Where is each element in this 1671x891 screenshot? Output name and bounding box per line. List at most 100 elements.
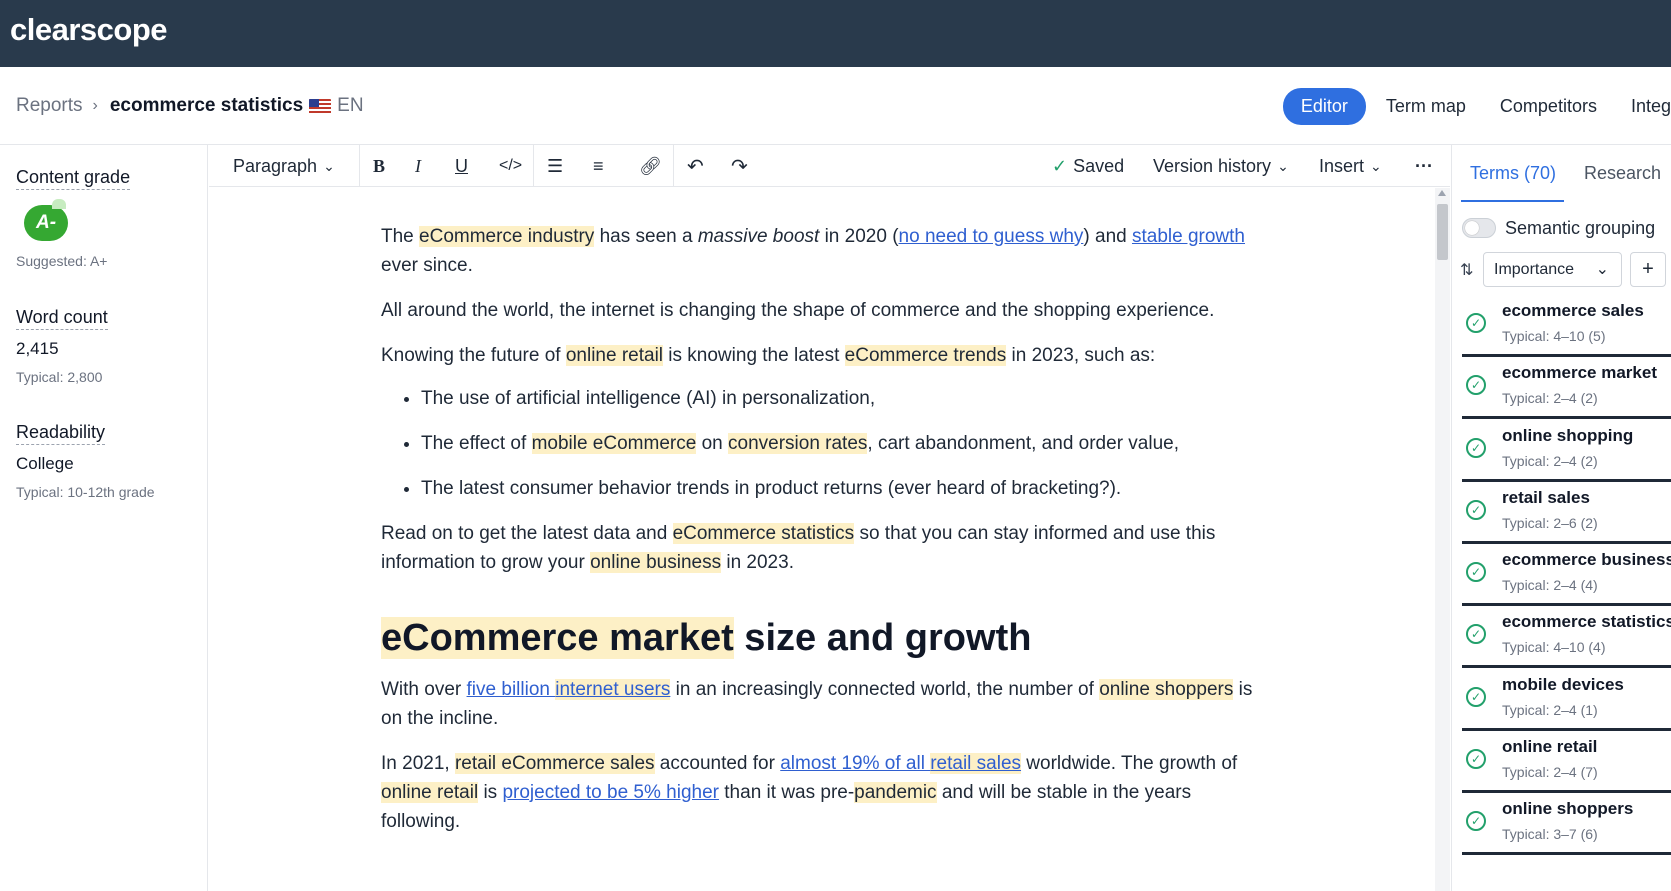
- toolbar-divider: [673, 145, 674, 187]
- more-options-icon[interactable]: ···: [1415, 145, 1433, 187]
- breadcrumb-reports-link[interactable]: Reports: [16, 95, 83, 117]
- sort-select[interactable]: Importance ⌄: [1483, 252, 1622, 287]
- term-item[interactable]: ✓ online shopping Typical: 2–4 (2): [1462, 420, 1671, 482]
- readability-value: College: [16, 454, 74, 473]
- paragraph: All around the world, the internet is ch…: [381, 300, 1215, 321]
- report-title: ecommerce statistics: [109, 95, 304, 116]
- sort-icon[interactable]: ⇅: [1460, 260, 1473, 280]
- readability-label[interactable]: Readability: [16, 422, 106, 445]
- term-name: ecommerce sales: [1502, 301, 1644, 320]
- redo-icon[interactable]: ↷: [731, 145, 748, 187]
- bullet-list-icon[interactable]: ☰: [547, 145, 563, 187]
- underline-icon[interactable]: U: [455, 145, 468, 187]
- tab-integrations[interactable]: Integ: [1617, 88, 1671, 125]
- code-icon[interactable]: </>: [499, 145, 522, 187]
- tab-editor[interactable]: Editor: [1282, 88, 1366, 125]
- chevron-down-icon: ⌄: [1370, 157, 1382, 174]
- term-name: online shoppers: [1502, 799, 1634, 818]
- term-typical: Typical: 2–4 (2): [1502, 453, 1598, 469]
- chevron-down-icon: ⌄: [1595, 261, 1609, 278]
- link-icon[interactable]: 🔗︎: [639, 145, 662, 187]
- term-name: ecommerce statistics: [1502, 612, 1671, 631]
- word-count-label[interactable]: Word count: [16, 307, 108, 330]
- chevron-down-icon: ⌄: [1277, 157, 1289, 174]
- term-item[interactable]: ✓ ecommerce market Typical: 2–4 (2): [1462, 357, 1671, 419]
- insert-button[interactable]: Insert ⌄: [1319, 145, 1382, 187]
- term-highlight: online retail: [381, 782, 479, 803]
- add-term-button[interactable]: +: [1630, 252, 1666, 287]
- semantic-grouping-toggle[interactable]: [1462, 218, 1496, 238]
- undo-icon[interactable]: ↶: [687, 145, 704, 187]
- active-tab-indicator: [1461, 200, 1564, 202]
- word-count-value: 2,415: [16, 339, 59, 358]
- list-item: The effect of mobile eCommerce on conver…: [421, 429, 1261, 458]
- check-circle-icon: ✓: [1466, 375, 1486, 395]
- toolbar-divider: [533, 145, 534, 187]
- paragraph: Knowing the future of online retail is k…: [381, 345, 1156, 366]
- tab-competitors[interactable]: Competitors: [1486, 88, 1611, 125]
- bullet-list: The use of artificial intelligence (AI) …: [421, 384, 1261, 503]
- scroll-up-icon[interactable]: [1438, 190, 1446, 196]
- link[interactable]: stable growth: [1132, 226, 1245, 247]
- saved-label: Saved: [1073, 155, 1125, 176]
- term-name: online shopping: [1502, 426, 1634, 445]
- report-header: Reports › ecommerce statistics EN Editor…: [0, 67, 1671, 145]
- check-circle-icon: ✓: [1466, 811, 1486, 831]
- term-highlight: eCommerce statistics: [672, 523, 855, 544]
- link[interactable]: almost 19% of all: [780, 753, 930, 774]
- term-typical: Typical: 4–10 (4): [1502, 639, 1606, 655]
- app-logo[interactable]: clearscope: [10, 12, 168, 48]
- insert-label: Insert: [1319, 155, 1365, 176]
- scrollbar-thumb[interactable]: [1437, 204, 1448, 260]
- term-highlight: eCommerce market: [381, 617, 734, 659]
- term-item[interactable]: ✓ online shoppers Typical: 3–7 (6): [1462, 793, 1671, 855]
- term-item[interactable]: ✓ ecommerce sales Typical: 4–10 (5): [1462, 295, 1671, 357]
- term-name: retail sales: [1502, 488, 1590, 507]
- term-typical: Typical: 2–4 (2): [1502, 390, 1598, 406]
- term-item[interactable]: ✓ ecommerce business Typical: 2–4 (4): [1462, 544, 1671, 606]
- tab-terms[interactable]: Terms (70): [1470, 163, 1556, 184]
- italic-icon[interactable]: I: [415, 145, 421, 187]
- link[interactable]: five billion: [467, 679, 556, 700]
- paragraph-style-select[interactable]: Paragraph ⌄: [233, 145, 335, 187]
- editor-scrollbar[interactable]: [1435, 188, 1450, 891]
- bold-icon[interactable]: B: [373, 145, 385, 187]
- term-highlight: eCommerce industry: [419, 226, 595, 247]
- link[interactable]: projected to be 5% higher: [502, 782, 719, 803]
- numbered-list-icon[interactable]: ≡: [593, 145, 604, 187]
- term-item[interactable]: ✓ retail sales Typical: 2–6 (2): [1462, 482, 1671, 544]
- check-circle-icon: ✓: [1466, 624, 1486, 644]
- grade-suggested: Suggested: A+: [16, 253, 108, 269]
- term-name: mobile devices: [1502, 675, 1624, 694]
- term-typical: Typical: 4–10 (5): [1502, 328, 1606, 344]
- content-grade-label[interactable]: Content grade: [16, 167, 131, 190]
- term-highlight: online business: [590, 552, 722, 573]
- term-highlight: online retail: [565, 345, 664, 366]
- tab-term-map[interactable]: Term map: [1372, 88, 1480, 125]
- tab-research[interactable]: Research: [1584, 163, 1661, 184]
- link[interactable]: internet users: [555, 679, 671, 700]
- editor-canvas[interactable]: The eCommerce industry has seen a massiv…: [209, 188, 1435, 891]
- toolbar-divider: [359, 145, 360, 187]
- panel-tabs: Terms (70) Research: [1452, 145, 1671, 202]
- readability-typical: Typical: 10-12th grade: [16, 484, 155, 500]
- top-bar: clearscope: [0, 0, 1671, 67]
- term-highlight: eCommerce trends: [844, 345, 1007, 366]
- term-highlight: mobile eCommerce: [531, 433, 697, 454]
- document-body[interactable]: The eCommerce industry has seen a massiv…: [381, 222, 1261, 852]
- save-status: ✓ Saved: [1052, 145, 1124, 187]
- term-name: ecommerce business: [1502, 550, 1671, 569]
- term-item[interactable]: ✓ ecommerce statistics Typical: 4–10 (4): [1462, 606, 1671, 668]
- link[interactable]: retail sales: [930, 753, 1022, 774]
- term-item[interactable]: ✓ online retail Typical: 2–4 (7): [1462, 731, 1671, 793]
- check-circle-icon: ✓: [1466, 562, 1486, 582]
- list-item: The latest consumer behavior trends in p…: [421, 474, 1261, 503]
- version-history-button[interactable]: Version history ⌄: [1153, 145, 1289, 187]
- section-heading: eCommerce market size and growth: [381, 617, 1032, 659]
- term-item[interactable]: ✓ mobile devices Typical: 2–4 (1): [1462, 669, 1671, 731]
- word-count-typical: Typical: 2,800: [16, 369, 103, 385]
- terms-panel: Terms (70) Research Semantic grouping ⇅ …: [1451, 145, 1671, 891]
- check-circle-icon: ✓: [1466, 687, 1486, 707]
- paragraph: Read on to get the latest data and eComm…: [381, 523, 1216, 573]
- link[interactable]: no need to guess why: [899, 226, 1084, 247]
